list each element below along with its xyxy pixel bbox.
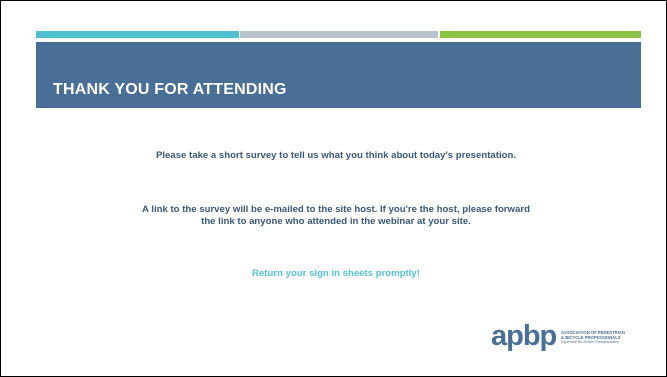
logo-wordmark: apbp bbox=[491, 320, 557, 352]
gray-stripe bbox=[240, 31, 438, 38]
survey-paragraph: Please take a short survey to tell us wh… bbox=[155, 150, 516, 161]
title-bar: THANK YOU FOR ATTENDING bbox=[36, 42, 641, 108]
apbp-logo: apbp ASSOCIATION OF PEDESTRIAN & BICYCLE… bbox=[491, 320, 646, 353]
teal-stripe bbox=[36, 31, 239, 38]
survey-link-paragraph: A link to the survey will be e-mailed to… bbox=[142, 204, 530, 227]
slide-title: THANK YOU FOR ATTENDING bbox=[53, 81, 287, 98]
sign-in-reminder: Return your sign in sheets promptly! bbox=[252, 268, 420, 279]
logo-tagline: Expertise for Active Transportation bbox=[561, 340, 619, 344]
header-stripes bbox=[36, 31, 641, 38]
logo-text: ASSOCIATION OF PEDESTRIAN & BICYCLE PROF… bbox=[561, 330, 646, 345]
green-stripe bbox=[440, 31, 641, 38]
slide: THANK YOU FOR ATTENDING Please take a sh… bbox=[0, 0, 667, 377]
